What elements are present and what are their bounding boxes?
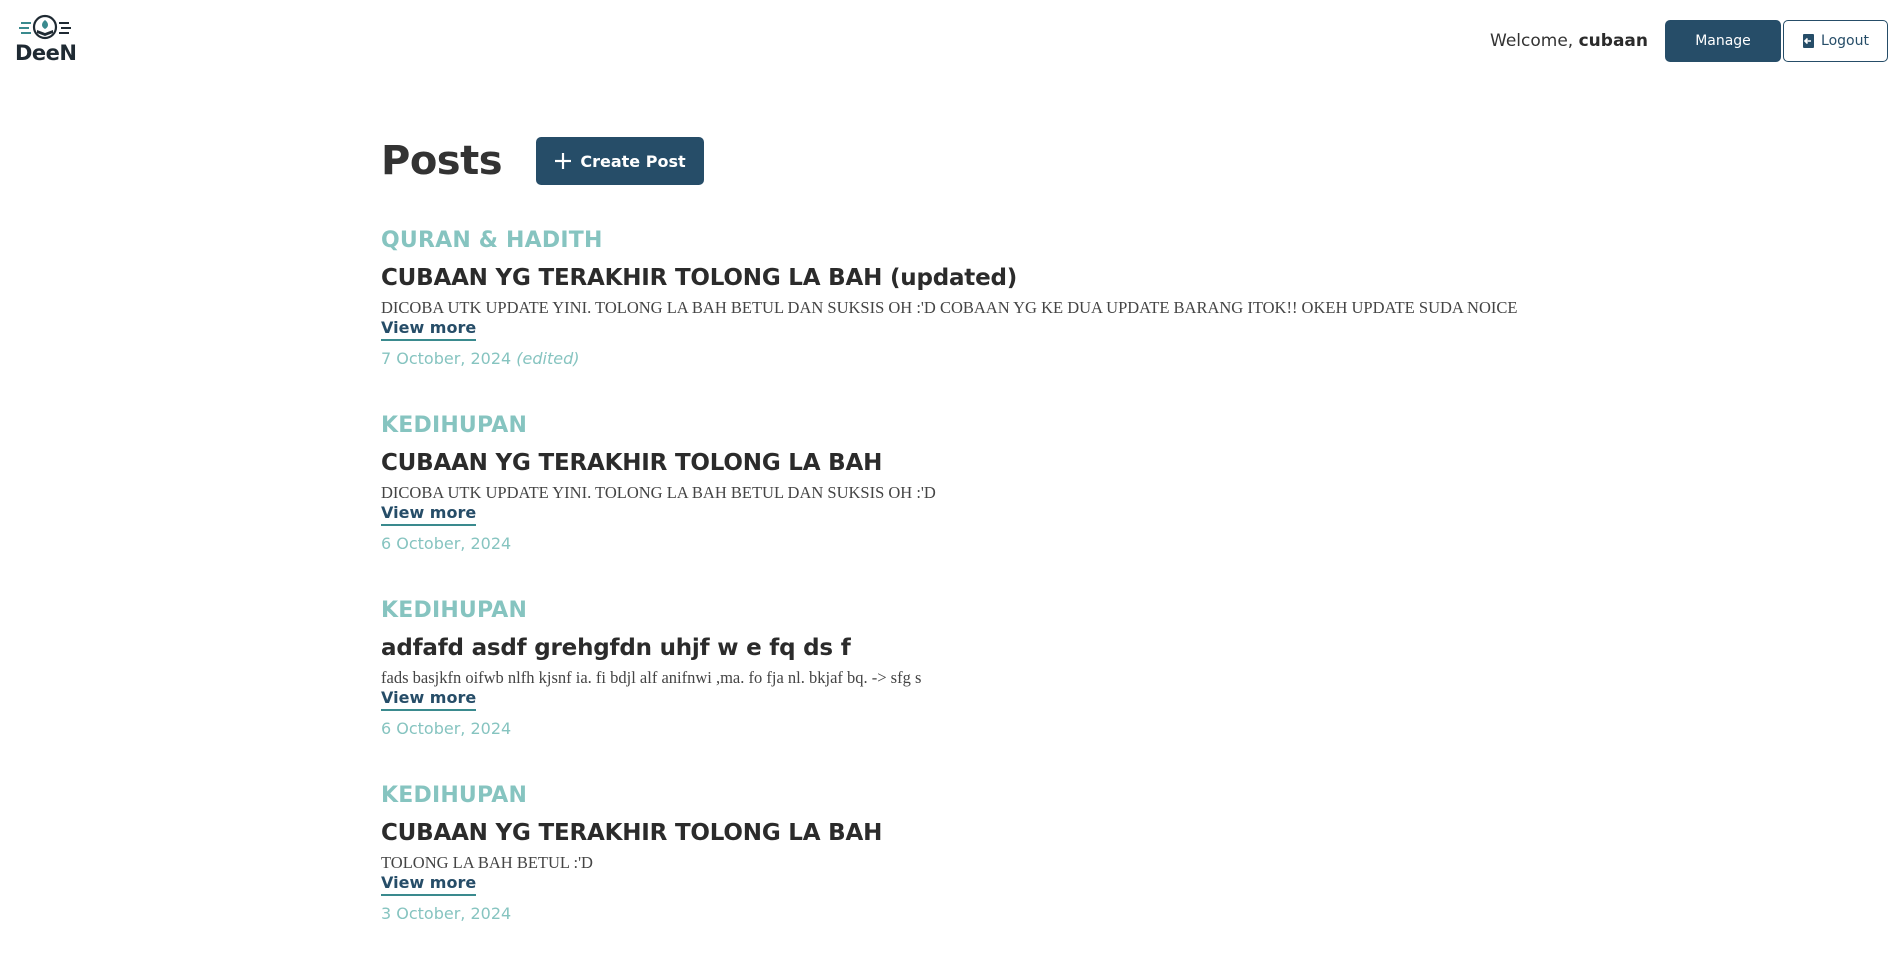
post-category[interactable]: KEDIHUPAN: [381, 412, 1521, 440]
post-item: KEDIHUPAN CUBAAN YG TERAKHIR TOLONG LA B…: [381, 782, 1521, 967]
post-date: 6 October, 2024: [381, 534, 512, 553]
post-date-text: 7 October, 2024: [381, 349, 512, 368]
post-excerpt: DICOBA UTK UPDATE YINI. TOLONG LA BAH BE…: [381, 298, 1518, 317]
post-date: 6 October, 2024: [381, 719, 512, 738]
plus-icon: [555, 153, 572, 169]
brand-logo[interactable]: DeeN: [15, 14, 77, 66]
post-item: QURAN & HADITH CUBAAN YG TERAKHIR TOLONG…: [381, 227, 1521, 412]
view-more-link[interactable]: View more: [381, 318, 477, 341]
post-title[interactable]: CUBAAN YG TERAKHIR TOLONG LA BAH: [381, 448, 1521, 478]
post-category[interactable]: KEDIHUPAN: [381, 597, 1521, 625]
book-sprout-logo-icon: [19, 14, 71, 40]
post-title[interactable]: adfafd asdf grehgfdn uhjf w e fq ds f: [381, 633, 1521, 663]
view-more-link[interactable]: View more: [381, 873, 477, 896]
post-category[interactable]: QURAN & HADITH: [381, 227, 1521, 255]
main-content: Posts Create Post QURAN & HADITH CUBAAN …: [381, 135, 1521, 967]
view-more-link[interactable]: View more: [381, 503, 477, 526]
create-post-button[interactable]: Create Post: [536, 137, 704, 185]
username: cubaan: [1578, 31, 1648, 51]
logout-icon: [1803, 34, 1815, 48]
post-excerpt: fads basjkfn oifwb nlfh kjsnf ia. fi bdj…: [381, 668, 922, 687]
post-item: KEDIHUPAN CUBAAN YG TERAKHIR TOLONG LA B…: [381, 412, 1521, 597]
post-item: KEDIHUPAN adfafd asdf grehgfdn uhjf w e …: [381, 597, 1521, 782]
manage-button[interactable]: Manage: [1665, 20, 1781, 62]
welcome-prefix: Welcome,: [1490, 31, 1574, 51]
post-excerpt: TOLONG LA BAH BETUL :'D: [381, 853, 593, 872]
top-navbar: DeeN Welcome, cubaan Manage Logout: [0, 0, 1902, 82]
manage-label: Manage: [1695, 33, 1751, 49]
logout-button[interactable]: Logout: [1783, 20, 1888, 62]
header-actions: Welcome, cubaan Manage Logout: [1490, 20, 1888, 62]
post-list: QURAN & HADITH CUBAAN YG TERAKHIR TOLONG…: [381, 227, 1521, 967]
edited-flag: (edited): [516, 349, 580, 368]
post-title[interactable]: CUBAAN YG TERAKHIR TOLONG LA BAH: [381, 818, 1521, 848]
post-category[interactable]: KEDIHUPAN: [381, 782, 1521, 810]
create-post-label: Create Post: [580, 151, 686, 171]
post-date: 7 October, 2024 (edited): [381, 349, 1521, 369]
welcome-message: Welcome, cubaan: [1490, 31, 1648, 51]
page-title: Posts: [381, 138, 503, 184]
post-date: 3 October, 2024: [381, 904, 512, 923]
page-header: Posts Create Post: [381, 135, 1521, 187]
view-more-link[interactable]: View more: [381, 688, 477, 711]
logout-label: Logout: [1821, 33, 1869, 49]
brand-name: DeeN: [15, 41, 77, 65]
post-title[interactable]: CUBAAN YG TERAKHIR TOLONG LA BAH (update…: [381, 263, 1521, 293]
post-excerpt: DICOBA UTK UPDATE YINI. TOLONG LA BAH BE…: [381, 483, 936, 502]
